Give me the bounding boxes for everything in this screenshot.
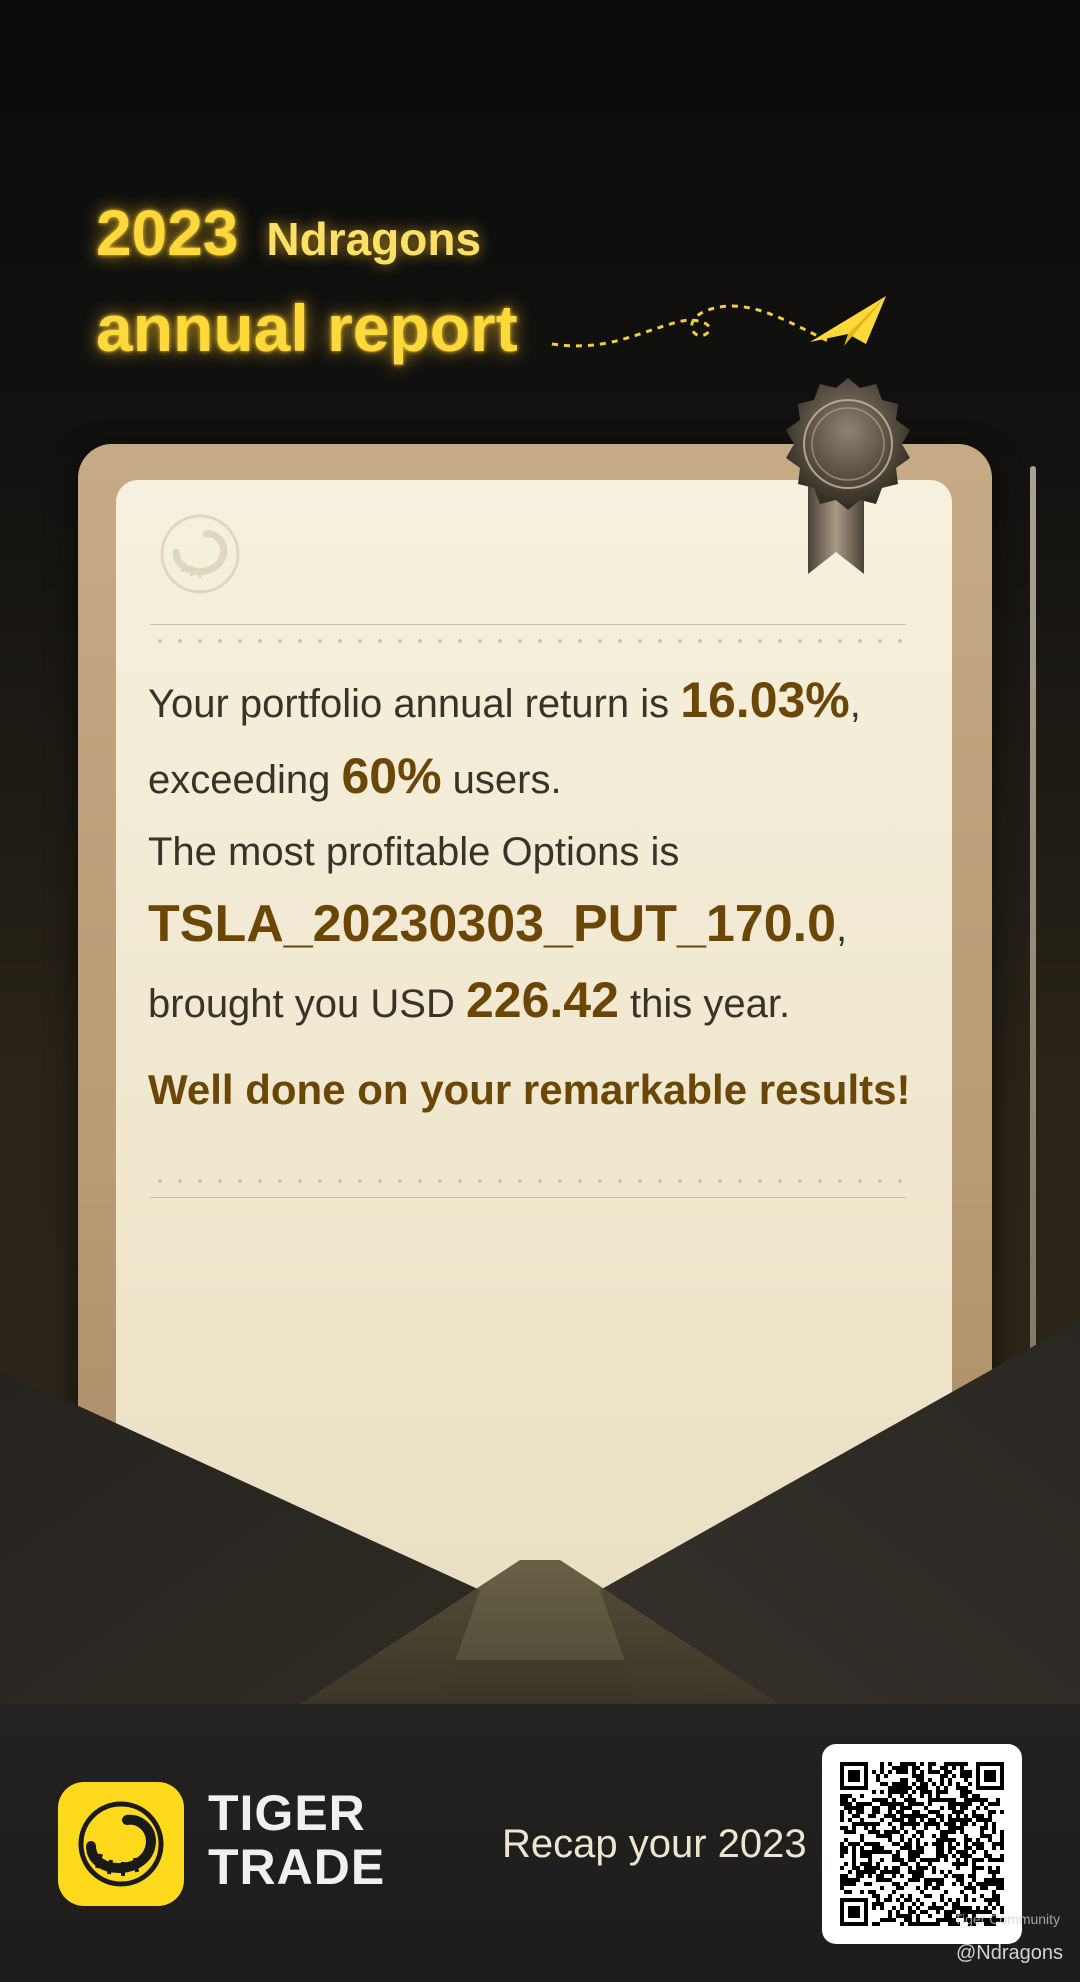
username: Ndragons (266, 213, 482, 265)
user-handle: @Ndragons (956, 1942, 1064, 1964)
option-name-line: TSLA_20230303_PUT_170.0, (148, 888, 948, 964)
top-dotted-divider (150, 638, 906, 644)
medal-ribbon-icon (786, 378, 910, 574)
top-divider (150, 624, 906, 625)
paper-plane-icon (551, 296, 886, 348)
options-line: The most profitable Options is (148, 830, 680, 874)
report-subtitle: annual report (96, 291, 518, 365)
exceed-line: exceeding 60% users. (148, 740, 948, 816)
tiger-watermark-icon (160, 514, 240, 594)
recap-text: Recap your 2023 (502, 1822, 807, 1866)
brand-name: TIGER TRADE (208, 1786, 385, 1894)
qr-code-icon (840, 1762, 1004, 1926)
return-prefix: Your portfolio annual return is (148, 682, 681, 726)
profit-line: brought you USD 226.42 this year. (148, 964, 948, 1040)
return-suffix: , (849, 682, 861, 726)
return-line: Your portfolio annual return is 16.03%, (148, 664, 948, 740)
exceed-value: 60% (341, 748, 442, 804)
annual-report-page: 2023 Ndragons annual report Your portfol… (0, 0, 1080, 1982)
bottom-dotted-divider (150, 1178, 906, 1184)
tiger-logo-icon (78, 1801, 164, 1887)
profit-prefix: brought you USD (148, 982, 466, 1026)
profit-suffix: this year. (618, 982, 791, 1026)
tiger-trade-logo (58, 1782, 184, 1906)
profit-value: 226.42 (465, 972, 619, 1028)
brand-line-2: TRADE (208, 1839, 386, 1895)
return-value: 16.03% (680, 672, 850, 728)
option-suffix: , (836, 906, 848, 950)
option-name: TSLA_20230303_PUT_170.0 (148, 895, 837, 953)
exceed-suffix: users. (441, 758, 562, 802)
envelope-front (0, 1320, 1080, 1704)
community-watermark: Tiger Community (954, 1911, 1061, 1927)
title-row: 2023 Ndragons (96, 196, 481, 270)
bottom-divider (150, 1197, 906, 1198)
card-edge (1030, 466, 1036, 1406)
exceed-prefix: exceeding (148, 758, 342, 802)
report-summary: Your portfolio annual return is 16.03%, … (148, 664, 948, 1114)
congrats-message: Well done on your remarkable results! (148, 1066, 911, 1113)
report-year: 2023 (96, 197, 239, 269)
brand-line-1: TIGER (208, 1785, 366, 1841)
